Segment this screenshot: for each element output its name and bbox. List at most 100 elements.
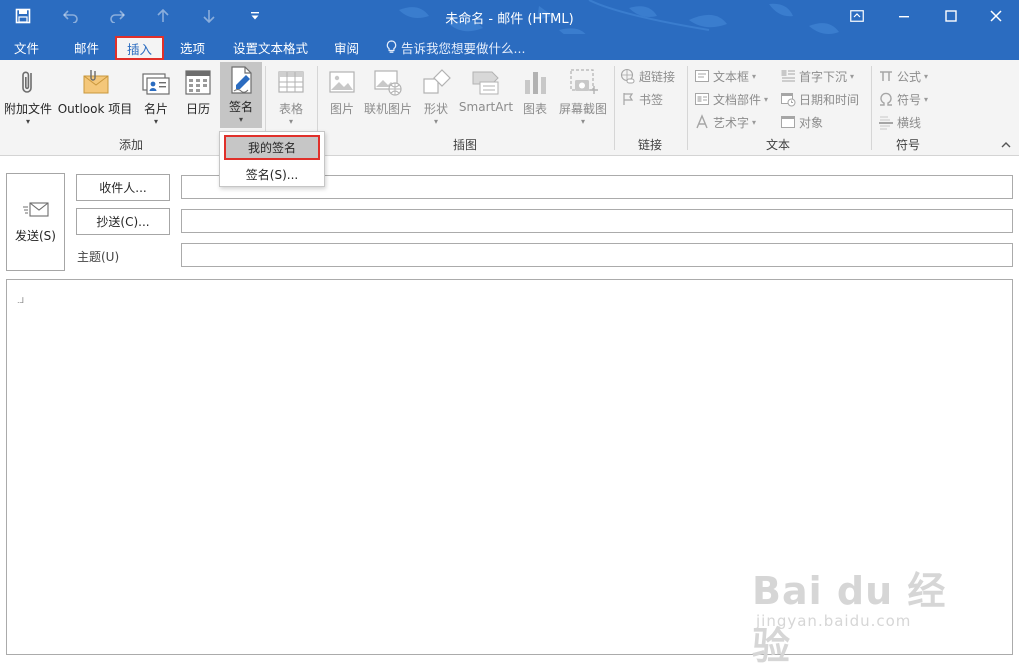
textbox-label: 文本框 (713, 69, 750, 84)
symbol-button[interactable]: 符号 ▾ (878, 89, 928, 109)
wordart-button[interactable]: 艺术字 ▾ (694, 112, 756, 132)
send-button[interactable]: 发送(S) (6, 173, 65, 271)
date-time-button[interactable]: 日期和时间 (780, 89, 859, 109)
bookmark-icon (623, 93, 634, 105)
calendar-button[interactable]: 日历 (180, 64, 216, 128)
chevron-down-icon: ▾ (924, 71, 929, 81)
customize-dropdown-icon (251, 12, 259, 20)
redo-button[interactable] (104, 5, 130, 27)
title-bar: 未命名 - 邮件 (HTML) (0, 0, 1019, 34)
signature-icon (231, 66, 252, 94)
lightbulb-icon (386, 40, 397, 53)
subject-input[interactable] (181, 243, 1013, 267)
menu-item-signatures[interactable]: 签名(S)... (224, 162, 320, 186)
omega-icon (880, 92, 892, 106)
object-button[interactable]: 对象 (780, 112, 823, 132)
shapes-button[interactable]: 形状 ▾ (418, 64, 454, 128)
business-card-button[interactable]: 名片 ▾ (138, 64, 174, 128)
online-pictures-label: 联机图片 (363, 102, 412, 116)
attach-file-button[interactable]: 附加文件 ▾ (2, 64, 54, 128)
menu-item-my-signature[interactable]: 我的签名 (224, 135, 320, 160)
outlook-item-icon (83, 70, 109, 94)
minimize-button[interactable] (881, 3, 927, 29)
save-button[interactable] (10, 5, 36, 27)
horizontal-line-label: 横线 (897, 115, 922, 130)
tab-message[interactable]: 邮件 (64, 36, 109, 58)
to-button[interactable]: 收件人... (76, 174, 170, 201)
chart-label: 图表 (522, 102, 547, 116)
business-card-icon (142, 73, 170, 95)
send-label: 发送(S) (15, 228, 56, 243)
screenshot-button[interactable]: 屏幕截图 ▾ (554, 64, 612, 128)
date-time-label: 日期和时间 (799, 92, 860, 107)
send-icon (22, 201, 49, 217)
outlook-item-button[interactable]: Outlook 项目 (56, 64, 134, 128)
tab-format-text[interactable]: 设置文本格式 (223, 36, 318, 58)
drop-cap-label: 首字下沉 (799, 69, 848, 84)
drop-cap-button[interactable]: 首字下沉 ▾ (780, 66, 854, 86)
table-label: 表格 (278, 102, 303, 116)
arrow-up-icon (157, 9, 169, 22)
object-label: 对象 (799, 115, 824, 130)
chevron-down-icon: ▾ (764, 94, 769, 104)
chart-icon (525, 72, 546, 94)
tab-review[interactable]: 审阅 (324, 36, 369, 58)
attach-file-label: 附加文件 (3, 102, 52, 116)
online-pictures-button[interactable]: 联机图片 (362, 64, 414, 128)
signature-label: 签名 (228, 100, 253, 114)
chevron-down-icon: ▾ (580, 117, 585, 126)
table-icon (278, 71, 304, 93)
bookmark-button[interactable]: 书签 (620, 89, 663, 109)
next-item-button[interactable] (196, 5, 222, 27)
hyperlink-label: 超链接 (639, 69, 676, 84)
paperclip-icon (22, 71, 32, 93)
group-label-symbols: 符号 (895, 138, 920, 152)
chevron-down-icon: ▾ (752, 71, 757, 81)
chevron-down-icon: ▾ (752, 117, 757, 127)
chevron-down-icon: ▾ (153, 117, 158, 126)
chevron-up-icon (1001, 142, 1011, 148)
previous-item-button[interactable] (150, 5, 176, 27)
shapes-label: 形状 (423, 102, 448, 116)
signature-button[interactable]: 签名 ▾ (220, 62, 262, 128)
equation-button[interactable]: 公式 ▾ (878, 66, 928, 86)
quick-parts-button[interactable]: 文档部件 ▾ (694, 89, 768, 109)
drop-cap-icon (781, 70, 795, 82)
table-button[interactable]: 表格 ▾ (270, 64, 312, 128)
horizontal-line-button[interactable]: 横线 (878, 112, 921, 132)
chart-button[interactable]: 图表 (518, 64, 552, 128)
ribbon-display-icon (850, 10, 864, 22)
tab-insert[interactable]: 插入 (115, 36, 165, 60)
textbox-icon (695, 70, 709, 82)
wordart-label: 艺术字 (713, 115, 750, 130)
pictures-label: 图片 (329, 102, 354, 116)
date-time-icon (781, 93, 796, 107)
close-button[interactable] (973, 3, 1019, 29)
cc-input[interactable] (181, 209, 1013, 233)
textbox-button[interactable]: 文本框 ▾ (694, 66, 756, 86)
smartart-icon (472, 71, 499, 95)
chevron-down-icon: ▾ (433, 117, 438, 126)
ribbon: 附加文件 ▾ Outlook 项目 名片 ▾ 日历 签名 ▾ 添加 表格 ▾ 图… (0, 60, 1019, 156)
ribbon-tab-row: 文件 邮件 插入 选项 设置文本格式 审阅 告诉我您想要做什么... (0, 34, 1019, 60)
signature-dropdown-menu: 我的签名 签名(S)... (219, 131, 325, 187)
customize-qat-button[interactable] (242, 5, 268, 27)
undo-button[interactable] (58, 5, 84, 27)
group-label-illustrations: 插图 (452, 138, 477, 152)
subject-label: 主题(U) (77, 250, 120, 264)
cc-button[interactable]: 抄送(C)... (76, 208, 170, 235)
smartart-button[interactable]: SmartArt (456, 64, 516, 128)
title-bar-decoration (399, 0, 839, 34)
tell-me-search[interactable]: 告诉我您想要做什么... (376, 36, 535, 58)
message-body-editor[interactable]: .⅃ Bai du 经验 jingyan.baidu.com (6, 279, 1013, 668)
close-icon (990, 10, 1002, 22)
hyperlink-button[interactable]: 超链接 (620, 66, 675, 86)
tab-file[interactable]: 文件 (4, 36, 49, 58)
screenshot-icon (570, 69, 598, 94)
ribbon-display-options-button[interactable] (834, 3, 880, 29)
tab-options[interactable]: 选项 (170, 36, 215, 58)
maximize-button[interactable] (928, 3, 974, 29)
online-picture-icon (374, 70, 402, 96)
pictures-button[interactable]: 图片 (322, 64, 362, 128)
collapse-ribbon-button[interactable] (1001, 140, 1011, 151)
